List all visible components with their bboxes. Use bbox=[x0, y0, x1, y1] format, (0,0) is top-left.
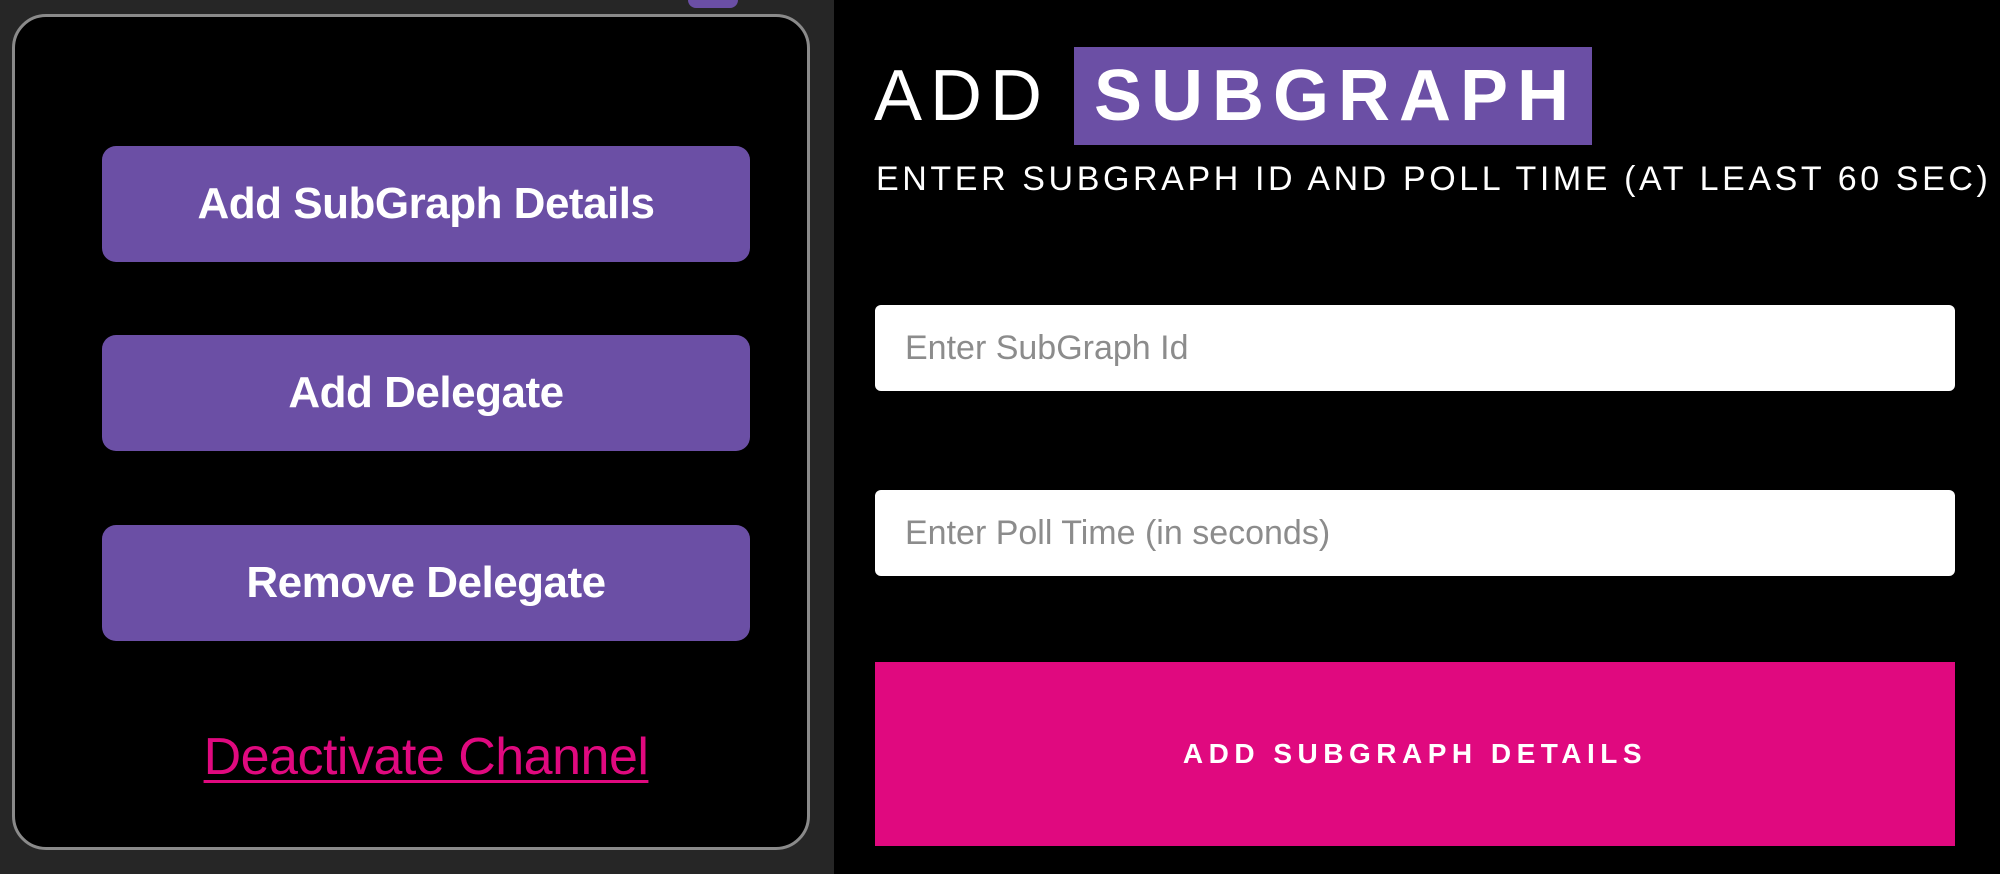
decorative-accent bbox=[688, 0, 738, 8]
form-title: ADD SUBGRAPH bbox=[874, 46, 1593, 146]
title-highlight: SUBGRAPH bbox=[1074, 47, 1593, 145]
title-prefix: ADD bbox=[874, 56, 1051, 136]
app-root: Add SubGraph Details Add Delegate Remove… bbox=[0, 0, 2000, 874]
submit-subgraph-details-button[interactable]: ADD SUBGRAPH DETAILS bbox=[875, 662, 1955, 846]
form-subtitle: ENTER SUBGRAPH ID AND POLL TIME (AT LEAS… bbox=[876, 160, 1992, 198]
remove-delegate-button[interactable]: Remove Delegate bbox=[102, 525, 750, 641]
add-subgraph-form: ADD SUBGRAPH ENTER SUBGRAPH ID AND POLL … bbox=[834, 0, 2000, 874]
subgraph-id-input[interactable] bbox=[875, 305, 1955, 391]
poll-time-input[interactable] bbox=[875, 490, 1955, 576]
add-delegate-button[interactable]: Add Delegate bbox=[102, 335, 750, 451]
channel-settings-menu: Add SubGraph Details Add Delegate Remove… bbox=[12, 14, 810, 850]
deactivate-channel-link[interactable]: Deactivate Channel bbox=[15, 727, 837, 787]
add-subgraph-details-button[interactable]: Add SubGraph Details bbox=[102, 146, 750, 262]
